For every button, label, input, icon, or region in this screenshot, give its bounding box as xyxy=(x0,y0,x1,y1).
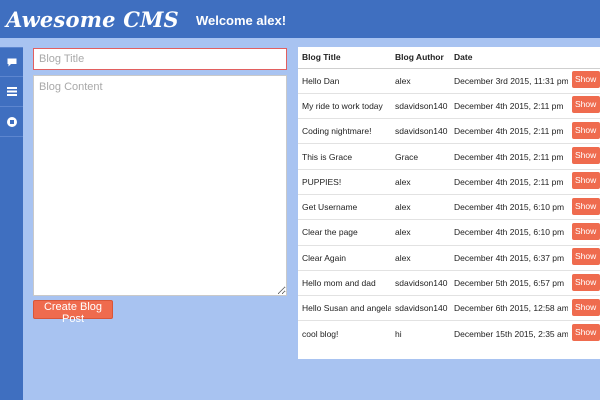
post-actions-cell: Show xyxy=(568,168,600,195)
post-actions-cell: Show xyxy=(568,269,600,296)
table-row: Coding nightmare! sdavidson140 December 4t… xyxy=(298,118,600,144)
show-post-button[interactable]: Show xyxy=(572,324,600,342)
show-post-button[interactable]: Show xyxy=(572,71,600,89)
posts-table: Blog Title Blog Author Date Hello Dan ale… xyxy=(298,47,600,347)
post-actions-cell: Show xyxy=(568,295,600,321)
show-post-button[interactable]: Show xyxy=(572,222,600,240)
table-row: My ride to work today sdavidson140 Decembe… xyxy=(298,92,600,119)
post-title-cell: cool blog! xyxy=(298,320,391,347)
post-actions-cell: Show xyxy=(568,118,600,144)
post-author-cell: sdavidson140 xyxy=(391,92,450,119)
post-date-cell: December 15th 2015, 2:35 am xyxy=(450,320,568,347)
stop-circle-icon xyxy=(6,116,17,127)
show-post-button[interactable]: Show xyxy=(572,147,600,165)
app-logo[interactable]: Awesome CMS xyxy=(6,7,179,32)
post-date-cell: December 4th 2015, 2:11 pm xyxy=(450,168,568,195)
post-date-cell: December 4th 2015, 6:37 pm xyxy=(450,244,568,271)
column-header-title: Blog Title xyxy=(298,47,391,69)
column-header-author: Blog Author xyxy=(391,47,450,69)
post-date-cell: December 6th 2015, 12:58 am xyxy=(450,295,568,321)
sidebar xyxy=(0,47,23,400)
show-post-button[interactable]: Show xyxy=(572,172,600,190)
post-date-cell: December 4th 2015, 2:11 pm xyxy=(450,143,568,170)
post-actions-cell: Show xyxy=(568,219,600,246)
table-row: cool blog! hi December 15th 2015, 2:35 am S… xyxy=(298,320,600,347)
sidebar-item-list[interactable] xyxy=(0,77,23,107)
show-post-button[interactable]: Show xyxy=(572,121,600,139)
table-row: Hello Dan alex December 3rd 2015, 11:31 pm… xyxy=(298,68,600,93)
column-header-date: Date xyxy=(450,47,568,69)
post-author-cell: sdavidson140 xyxy=(391,295,450,321)
sidebar-item-stop[interactable] xyxy=(0,107,23,137)
table-row: Hello mom and dad sdavidson140 December 5t… xyxy=(298,269,600,296)
table-row: Get Username alex December 4th 2015, 6:10 … xyxy=(298,193,600,220)
post-date-cell: December 5th 2015, 6:57 pm xyxy=(450,269,568,296)
post-title-cell: Hello Susan and angela xyxy=(298,295,391,321)
post-title-cell: PUPPIES! xyxy=(298,168,391,195)
post-title-cell: Hello mom and dad xyxy=(298,269,391,296)
post-date-cell: December 4th 2015, 6:10 pm xyxy=(450,193,568,220)
post-title-cell: This is Grace xyxy=(298,143,391,170)
comment-icon xyxy=(7,58,16,66)
list-icon xyxy=(6,87,17,96)
post-actions-cell: Show xyxy=(568,320,600,347)
post-author-cell: sdavidson140 xyxy=(391,269,450,296)
welcome-message: Welcome alex! xyxy=(195,13,287,28)
show-post-button[interactable]: Show xyxy=(572,298,600,316)
show-post-button[interactable]: Show xyxy=(572,273,600,291)
post-title-cell: Get Username xyxy=(298,193,391,220)
table-row: This is Grace Grace December 4th 2015, 2:1… xyxy=(298,143,600,170)
table-row: PUPPIES! alex December 4th 2015, 2:11 pm Sh… xyxy=(298,168,600,195)
blog-content-textarea[interactable] xyxy=(33,75,287,296)
blog-title-input[interactable] xyxy=(33,48,287,70)
table-header-row: Blog Title Blog Author Date xyxy=(298,47,600,69)
posts-table-body: Hello Dan alex December 3rd 2015, 11:31 pm… xyxy=(298,68,600,347)
sidebar-item-posts[interactable] xyxy=(0,47,23,77)
table-row: Clear the page alex December 4th 2015, 6:1… xyxy=(298,219,600,246)
top-navbar: Awesome CMS Welcome alex! xyxy=(0,0,600,38)
post-actions-cell: Show xyxy=(568,92,600,119)
post-actions-cell: Show xyxy=(568,143,600,170)
show-post-button[interactable]: Show xyxy=(572,197,600,215)
post-author-cell: sdavidson140 xyxy=(391,118,450,144)
post-author-cell: hi xyxy=(391,320,450,347)
post-title-cell: Clear Again xyxy=(298,244,391,271)
post-author-cell: alex xyxy=(395,75,411,86)
post-date-cell: December 4th 2015, 2:11 pm xyxy=(450,118,568,144)
post-date-cell: December 3rd 2015, 11:31 pm xyxy=(454,75,568,86)
column-header-actions xyxy=(568,47,600,69)
post-actions-cell: Show xyxy=(568,244,600,271)
post-title-cell: My ride to work today xyxy=(298,92,391,119)
show-post-button[interactable]: Show xyxy=(572,96,600,114)
show-post-button[interactable]: Show xyxy=(572,248,600,266)
post-title-cell: Coding nightmare! xyxy=(298,118,391,144)
create-blog-post-button[interactable]: Create Blog Post xyxy=(33,300,113,325)
post-title-cell: Clear the page xyxy=(298,219,391,246)
posts-panel: Blog Title Blog Author Date Hello Dan ale… xyxy=(298,47,600,359)
post-date-cell: December 4th 2015, 6:10 pm xyxy=(450,219,568,246)
post-author-cell: alex xyxy=(391,193,450,220)
post-date-cell: December 4th 2015, 2:11 pm xyxy=(450,92,568,119)
post-actions-cell: Show xyxy=(568,193,600,220)
post-actions-cell: Show xyxy=(568,68,600,93)
post-author-cell: alex xyxy=(391,244,450,271)
table-row: Clear Again alex December 4th 2015, 6:37 p… xyxy=(298,244,600,271)
table-row: Hello Susan and angela sdavidson140 Decemb… xyxy=(298,295,600,321)
post-author-cell: alex xyxy=(391,219,450,246)
post-title-cell: Hello Dan xyxy=(302,75,340,86)
post-author-cell: Grace xyxy=(391,143,450,170)
post-author-cell: alex xyxy=(391,168,450,195)
